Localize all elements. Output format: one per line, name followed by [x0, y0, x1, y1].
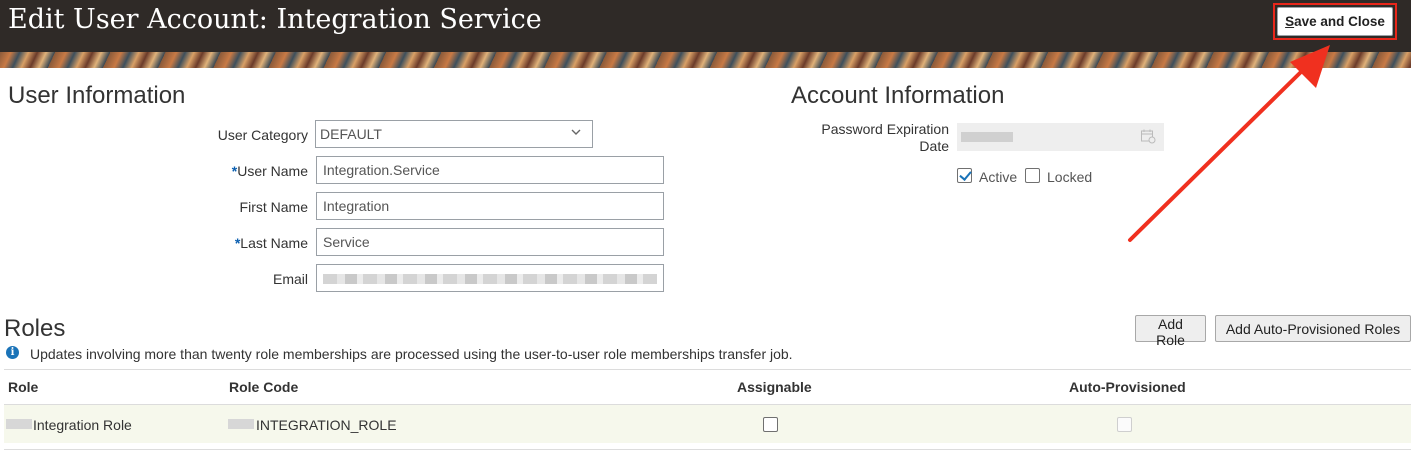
password-expiration-label-line1: Password Expiration	[821, 121, 949, 137]
info-message: Updates involving more than twenty role …	[30, 346, 793, 362]
assignable-checkbox[interactable]	[763, 417, 778, 432]
column-header-assignable: Assignable	[737, 379, 812, 395]
page-title: Edit User Account: Integration Service	[8, 4, 542, 35]
last-name-field[interactable]	[316, 228, 664, 256]
first-name-field[interactable]	[316, 192, 664, 220]
roles-title: Roles	[4, 315, 66, 342]
user-category-label: User Category	[217, 127, 308, 143]
redacted-value	[323, 274, 657, 284]
redacted-prefix	[6, 419, 32, 429]
redacted-value	[961, 132, 1013, 142]
save-mnemonic: S	[1285, 14, 1295, 29]
save-and-close-button[interactable]: Save and Close	[1277, 7, 1393, 36]
email-label: Email	[272, 271, 308, 287]
save-close-highlight: Save and Close	[1273, 3, 1397, 40]
arrow-annotation	[1128, 45, 1330, 242]
password-expiration-label: Password Expiration Date	[821, 121, 949, 155]
add-auto-provisioned-roles-button[interactable]: Add Auto-Provisioned Roles	[1215, 315, 1411, 342]
auto-provisioned-checkbox	[1117, 417, 1132, 432]
active-label: Active	[979, 169, 1018, 185]
chevron-down-icon	[570, 126, 582, 141]
role-code-cell: INTEGRATION_ROLE	[256, 417, 397, 433]
column-header-role: Role	[8, 379, 39, 395]
user-information-title: User Information	[8, 82, 186, 109]
table-bottom-divider	[4, 449, 1411, 450]
table-top-divider	[4, 369, 1411, 370]
user-name-label-text: User Name	[237, 163, 308, 179]
role-name-cell: Integration Role	[33, 417, 132, 433]
user-name-label: *User Name	[232, 163, 308, 179]
email-field[interactable]	[316, 264, 664, 292]
user-name-field[interactable]	[316, 156, 664, 184]
first-name-label: First Name	[239, 199, 308, 215]
account-information-title: Account Information	[791, 82, 1005, 109]
user-category-value: DEFAULT	[320, 126, 382, 142]
user-category-select[interactable]: DEFAULT	[315, 120, 593, 148]
locked-checkbox[interactable]	[1025, 168, 1040, 183]
column-header-auto-provisioned: Auto-Provisioned	[1069, 379, 1186, 395]
info-icon: i	[6, 346, 19, 359]
active-checkbox[interactable]	[957, 168, 972, 183]
column-header-role-code: Role Code	[229, 379, 299, 395]
table-row[interactable]: Integration Role INTEGRATION_ROLE	[4, 405, 1411, 443]
redacted-prefix	[228, 419, 254, 429]
last-name-label-text: Last Name	[240, 235, 308, 251]
locked-label: Locked	[1047, 169, 1093, 185]
save-label-rest: ave and Close	[1294, 14, 1385, 29]
password-expiration-label-line2: Date	[919, 138, 949, 154]
last-name-label: *Last Name	[235, 235, 308, 251]
add-role-button[interactable]: Add Role	[1135, 315, 1206, 348]
